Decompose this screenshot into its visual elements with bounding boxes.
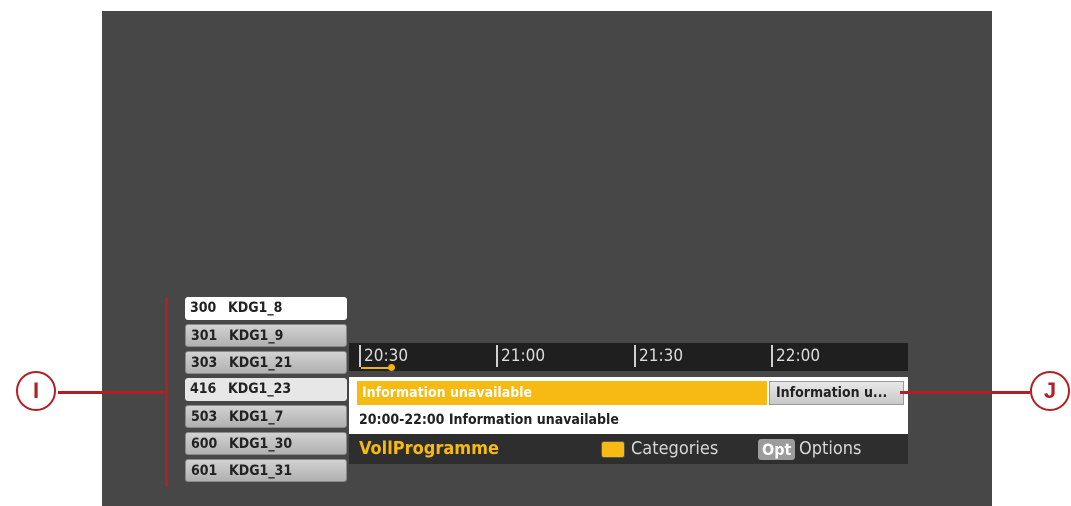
program-row: Information unavailable Information u... (349, 377, 908, 407)
channel-name: KDG1_23 (228, 381, 292, 397)
channel-number: 601 (191, 463, 218, 479)
channel-number: 303 (191, 355, 218, 371)
opt-key-icon[interactable]: Opt (758, 439, 796, 460)
channel-number: 300 (190, 300, 217, 316)
channel-item[interactable]: 503 KDG1_7 (185, 405, 347, 428)
channel-item[interactable]: 301 KDG1_9 (185, 324, 347, 347)
channel-name: KDG1_7 (229, 409, 284, 425)
channel-number: 600 (191, 436, 218, 452)
channel-item[interactable]: 601 KDG1_31 (185, 459, 347, 482)
channel-name: KDG1_21 (229, 355, 293, 371)
callout-leader-right (900, 391, 1030, 394)
callout-leader-left (58, 391, 167, 394)
program-next[interactable]: Information u... (769, 381, 904, 405)
time-slot: 21:30 (634, 345, 683, 367)
categories-label[interactable]: Categories (631, 437, 718, 461)
channel-item[interactable]: 300 KDG1_8 (185, 297, 347, 320)
time-slot: 22:00 (771, 345, 820, 367)
channel-name: KDG1_31 (229, 463, 293, 479)
options-label[interactable]: Options (799, 437, 861, 461)
channel-item[interactable]: 600 KDG1_30 (185, 432, 347, 455)
yellow-key-icon[interactable] (601, 441, 625, 458)
program-time-range: 20:00-22:00 (359, 412, 445, 428)
time-slot: 21:00 (496, 345, 545, 367)
channel-number: 301 (191, 328, 218, 344)
channel-name: KDG1_9 (229, 328, 284, 344)
channel-item[interactable]: 303 KDG1_21 (185, 351, 347, 374)
timeline-bar: 20:30 21:00 21:30 22:00 (349, 343, 908, 371)
time-progress (361, 367, 391, 369)
program-detail: 20:00-22:00 Information unavailable (349, 407, 908, 434)
channel-number: 503 (191, 409, 218, 425)
channel-item-selected[interactable]: 416 KDG1_23 (185, 378, 347, 401)
channel-name: KDG1_30 (229, 436, 293, 452)
callout-label-left: I (16, 371, 56, 411)
channel-number: 416 (190, 381, 217, 397)
now-marker (388, 364, 395, 371)
category-name: VollProgramme (359, 438, 499, 459)
time-slot: 20:30 (359, 345, 408, 367)
callout-label-right: J (1030, 371, 1070, 411)
epg-footer: VollProgramme Categories Opt Options (349, 434, 908, 464)
program-current[interactable]: Information unavailable (357, 381, 767, 405)
channel-name: KDG1_8 (228, 300, 283, 316)
program-title: Information unavailable (448, 412, 619, 428)
